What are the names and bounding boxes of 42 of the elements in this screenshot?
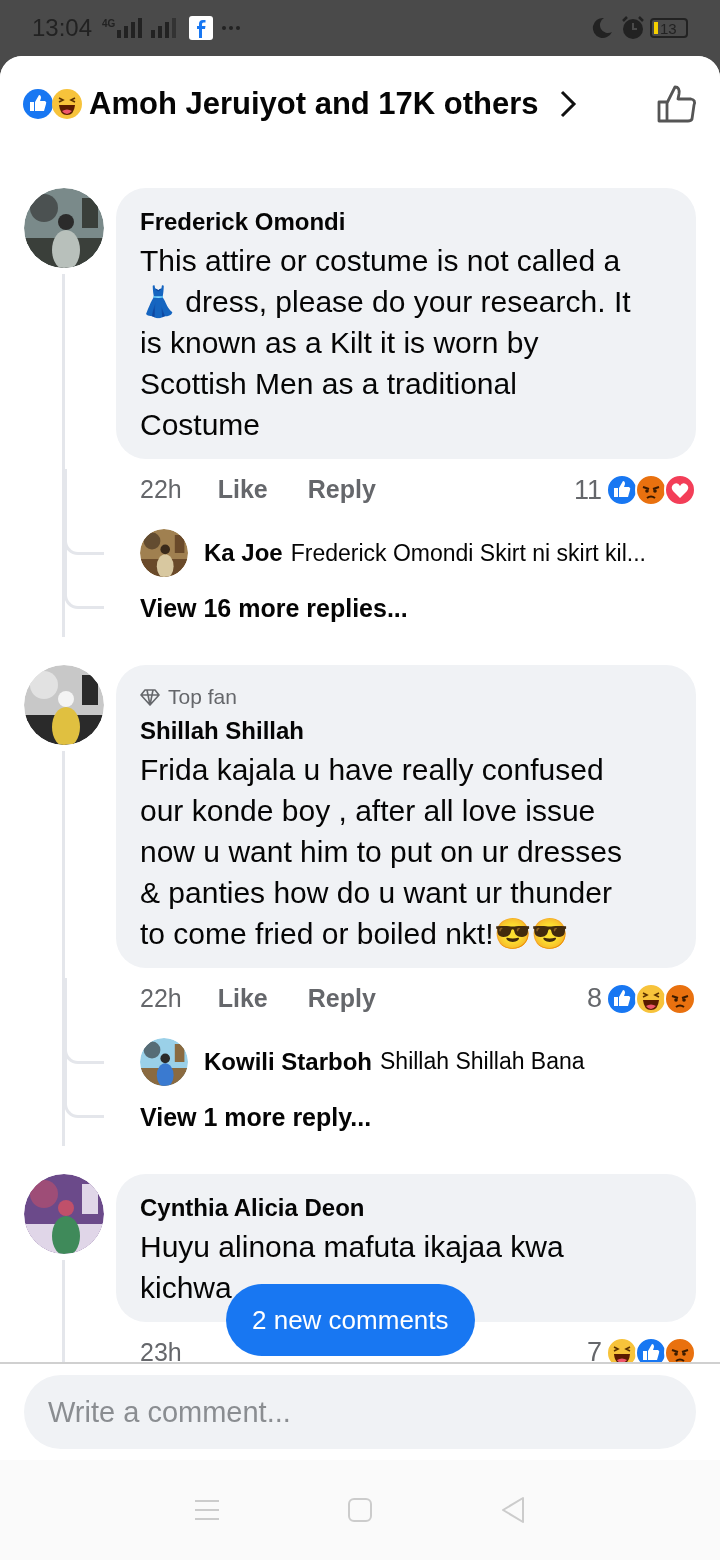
thumbs-up-icon[interactable] — [656, 83, 698, 125]
reply-author[interactable]: Ka Joe — [204, 535, 283, 571]
comment-author[interactable]: Shillah Shillah — [140, 712, 672, 749]
comment-time: 23h — [140, 1336, 182, 1362]
comment-time: 22h — [140, 474, 182, 506]
reaction-count: 7 — [586, 1336, 602, 1362]
view-replies-link[interactable]: View 16 more replies... — [140, 590, 408, 628]
moon-icon — [590, 16, 614, 40]
reactions-summary[interactable]: Amoh Jeruiyot and 17K others — [89, 80, 539, 128]
app-notification-icon — [189, 16, 214, 40]
reaction-count: 11 — [573, 473, 602, 507]
home-icon[interactable] — [347, 1497, 373, 1523]
comment-input[interactable]: Write a comment... — [24, 1375, 696, 1449]
alarm-icon — [620, 15, 646, 41]
heart-reaction-icon — [664, 474, 696, 506]
comment-text: Frida kajala u have really confused our konde boy , after all love issue now u want him to put on ur dresses & panties how do u want ur thunder to come fried or boiled nkt!😎😎 — [140, 751, 623, 952]
chevron-right-icon[interactable] — [558, 89, 577, 119]
menu-icon[interactable] — [193, 1499, 220, 1521]
view-replies-link[interactable]: View 1 more reply... — [140, 1098, 372, 1137]
laughing-reaction-icon — [635, 982, 667, 1015]
reaction-count: 8 — [586, 982, 602, 1016]
like-reaction-icon — [22, 88, 54, 120]
more-icon — [221, 25, 242, 31]
reply-text: Frederick Omondi Skirt ni skirt kil... — [290, 538, 646, 568]
comment-author[interactable]: Frederick Omondi — [140, 204, 672, 240]
angry-reaction-icon — [635, 474, 667, 506]
reply-author[interactable]: Kowili Starboh — [204, 1043, 372, 1080]
reply-text: Shillah Shillah Bana — [380, 1047, 585, 1077]
comment-time: 22h — [140, 982, 182, 1014]
top-fan-label: Top fan — [168, 684, 237, 710]
diamond-icon — [140, 687, 160, 706]
laughing-reaction-icon — [51, 88, 83, 120]
like-reaction-icon — [606, 982, 638, 1015]
comment-text: This attire or costume is not called a 👗 dress, please do your research. It is known as a Kilt it is worn by Scottish Men as a traditional Costume — [140, 243, 632, 443]
like-link[interactable]: Like — [217, 979, 268, 1018]
like-reaction-icon — [606, 474, 638, 506]
comment-author[interactable]: Cynthia Alicia Deon — [140, 1189, 672, 1226]
angry-reaction-icon — [664, 982, 696, 1015]
like-link[interactable]: Like — [217, 471, 268, 509]
reply-link[interactable]: Reply — [307, 979, 376, 1018]
back-icon[interactable] — [500, 1496, 527, 1524]
reply-link[interactable]: Reply — [307, 471, 376, 509]
